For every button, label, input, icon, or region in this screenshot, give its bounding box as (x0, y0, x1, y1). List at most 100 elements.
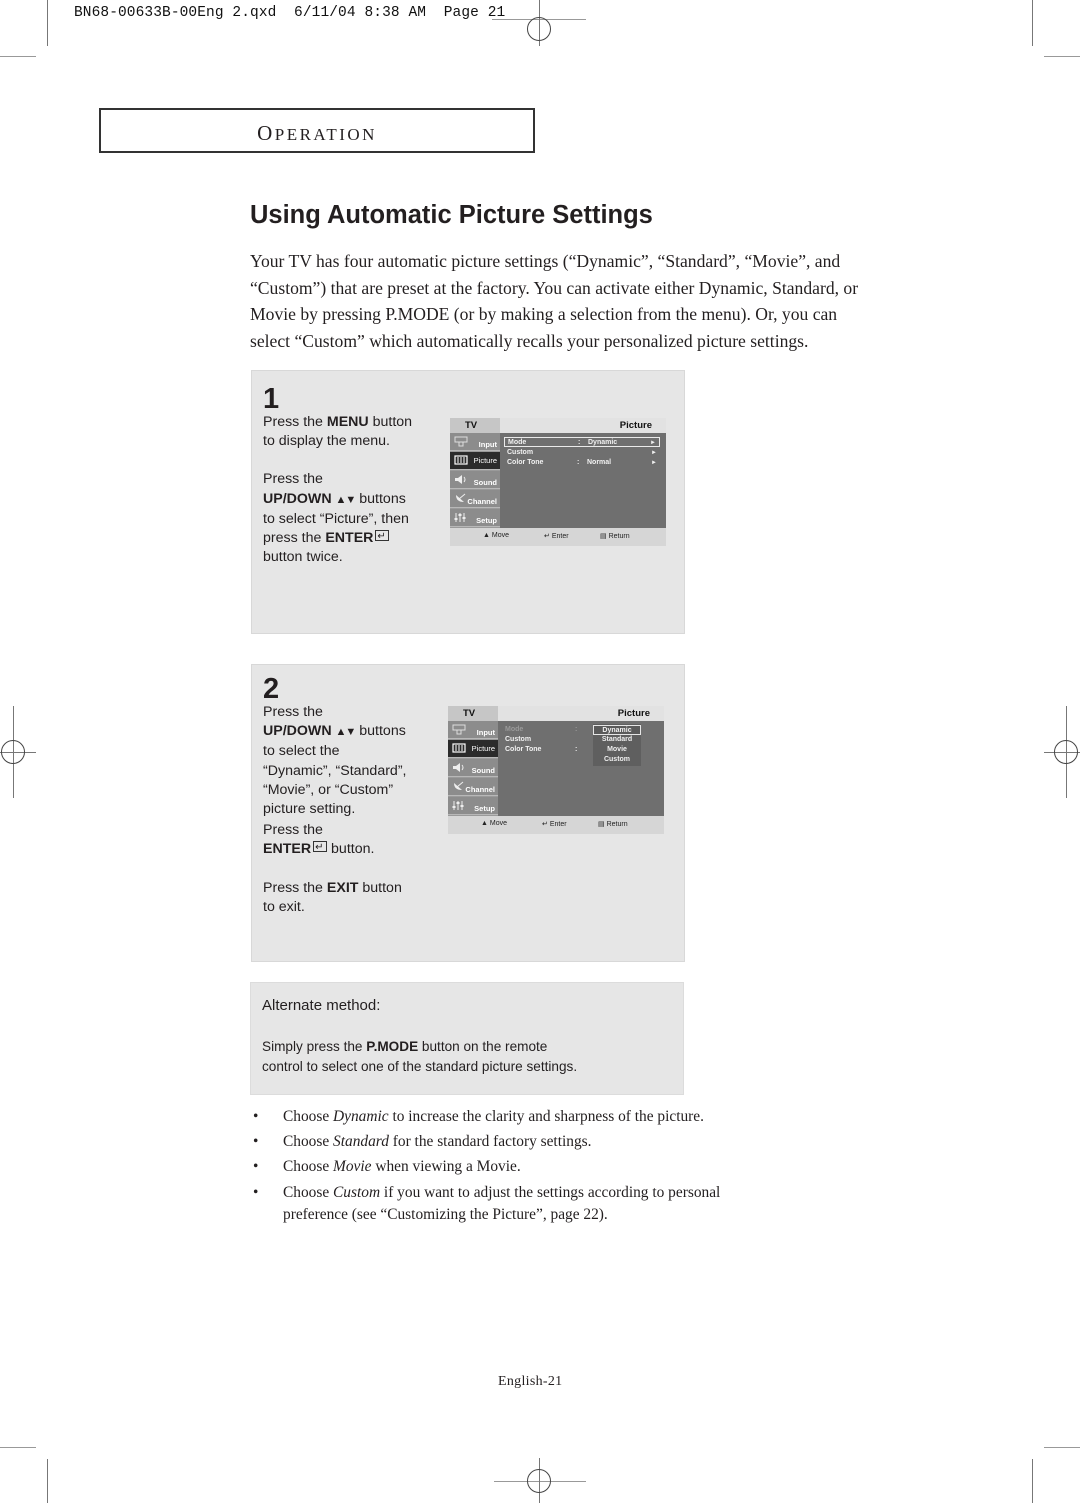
osd-tab-channel[interactable]: Channel (450, 490, 500, 508)
pmode-key-label: P.MODE (366, 1039, 419, 1054)
arrow-right-icon: ► (650, 440, 656, 446)
slug-page: Page 21 (443, 5, 506, 21)
return-icon: ▤ (600, 533, 607, 540)
return-icon: ▤ (598, 821, 605, 828)
satellite-dish-icon (456, 493, 466, 502)
picture-icon (452, 743, 466, 753)
menu-key-label: MENU (326, 414, 369, 430)
updown-key-label: UP/DOWN (263, 723, 332, 740)
osd-settings-panel: Mode: Custom Color Tone: Dynamic Standar… (498, 721, 664, 816)
exit-key-label: EXIT (326, 879, 359, 896)
slug-time: 8:38 AM (364, 5, 427, 21)
osd-tab-input[interactable]: Input (450, 433, 500, 451)
osd-tab-setup[interactable]: Setup (448, 797, 498, 815)
osd-row-color-tone[interactable]: Color Tone: Normal ► (504, 458, 660, 468)
crop-mark (1032, 0, 1033, 46)
enter-key-label: ENTER (263, 841, 312, 858)
input-icon (452, 724, 466, 735)
step-number: 1 (263, 383, 280, 415)
up-down-icon: ▲ (481, 820, 488, 827)
step-number: 2 (263, 673, 280, 705)
crop-mark (0, 1447, 36, 1448)
osd-footer-move: ▲ Move (483, 532, 510, 539)
crop-mark (1044, 56, 1080, 57)
slug-filename: BN68-00633B-00Eng 2.qxd (74, 5, 277, 21)
enter-icon: ↵ (542, 821, 548, 828)
osd-menu-picture: TV Picture Input Picture Sound Channel S… (450, 418, 666, 546)
osd-tab-picture[interactable]: Picture (448, 740, 498, 758)
updown-key-label: UP/DOWN (263, 490, 332, 507)
arrow-right-icon: ► (651, 460, 657, 466)
satellite-dish-icon (454, 781, 464, 790)
page-number: English-21 (498, 1374, 563, 1389)
osd-tab-setup[interactable]: Setup (450, 509, 500, 527)
osd-tab-sound[interactable]: Sound (448, 759, 498, 777)
dropdown-option-custom[interactable]: Custom (593, 755, 641, 765)
enter-icon (375, 527, 390, 546)
osd-tab-picture[interactable]: Picture (450, 452, 500, 470)
list-item: • Choose Dynamic to increase the clarity … (253, 1108, 704, 1125)
up-down-icon: ▲ (483, 532, 490, 539)
input-icon (454, 436, 468, 447)
osd-sidebar: Input Picture Sound Channel Setup (450, 433, 500, 528)
intro-line: “Custom”) that are preset at the factory… (250, 277, 859, 298)
section-header-box: OPERATION (99, 108, 535, 153)
sliders-icon (452, 801, 464, 810)
enter-icon: ↵ (544, 533, 550, 540)
slug-date: 6/11/04 (294, 5, 356, 21)
step-instructions: Press the MENU button to display the men… (263, 413, 453, 567)
arrow-right-icon: ► (651, 450, 657, 456)
enter-icon (313, 838, 328, 858)
intro-line: select “Custom” which automatically reca… (250, 330, 809, 351)
page-title: Using Automatic Picture Settings (250, 201, 653, 229)
sliders-icon (454, 513, 466, 522)
dropdown-option-dynamic[interactable]: Dynamic (593, 725, 641, 735)
step-1-panel: 1 Press the MENU button to display the m… (251, 370, 685, 634)
crop-mark (47, 1459, 48, 1503)
intro-line: Movie by pressing P.MODE (or by making a… (250, 304, 838, 324)
osd-settings-panel: Mode: Dynamic ► Custom ► Color Tone: Normal ► (500, 433, 666, 528)
speaker-icon (455, 475, 466, 484)
osd-tab-channel[interactable]: Channel (448, 778, 498, 796)
osd-footer-enter: ↵ Enter (544, 533, 569, 540)
picture-mode-dropdown[interactable]: Dynamic Standard Movie Custom (593, 724, 641, 766)
section-label: OPERATION (257, 121, 377, 145)
list-item: • Choose Standard for the standard factor… (253, 1133, 592, 1151)
crop-mark (0, 56, 36, 57)
step-instructions: Press the UP/DOWN ▲▼ buttons to select t… (263, 703, 453, 917)
osd-tv-label: TV (448, 706, 498, 721)
osd-footer: ▲ Move ↵ Enter ▤ Return (450, 528, 666, 546)
crop-mark (1044, 1447, 1080, 1448)
osd-footer-return: ▤ Return (600, 533, 630, 540)
up-down-arrows-icon: ▲▼ (335, 493, 357, 506)
osd-tv-label: TV (450, 418, 500, 433)
up-down-arrows-icon: ▲▼ (335, 726, 357, 739)
list-item: • Choose Movie when viewing a Movie. (253, 1158, 521, 1176)
crop-mark (1032, 1459, 1033, 1503)
osd-footer-enter: ↵ Enter (542, 821, 567, 828)
alternate-method-text: Simply press the P.MODE button on the re… (262, 1039, 578, 1074)
dropdown-option-movie[interactable]: Movie (593, 745, 641, 755)
intro-line: Your TV has four automatic picture setti… (250, 251, 841, 271)
osd-row-mode[interactable]: Mode: Dynamic ► (504, 437, 660, 447)
osd-row-custom[interactable]: Custom ► (504, 448, 660, 458)
dropdown-option-standard[interactable]: Standard (593, 735, 641, 745)
osd-footer: ▲ Move ↵ Enter ▤ Return (448, 816, 664, 834)
osd-header-title: Picture (498, 706, 664, 721)
alternate-method-title: Alternate method: (262, 997, 381, 1014)
osd-sidebar: Input Picture Sound Channel Setup (448, 721, 498, 816)
print-slug: BN68-00633B-00Eng 2.qxd 6/11/04 8:38 AM … (74, 5, 505, 21)
crop-mark (47, 0, 48, 46)
list-item: • Choose Custom if you want to adjust the… (253, 1183, 721, 1223)
osd-tab-input[interactable]: Input (448, 721, 498, 739)
intro-paragraph: Your TV has four automatic picture setti… (250, 248, 940, 354)
osd-header-title: Picture (500, 418, 666, 433)
speaker-icon (453, 763, 464, 772)
enter-key-label: ENTER (325, 530, 374, 547)
mode-description-list: • Choose Dynamic to increase the clarity … (250, 1104, 810, 1225)
step-2-panel: 2 Press the UP/DOWN ▲▼ buttons to select… (251, 664, 685, 962)
osd-tab-sound[interactable]: Sound (450, 471, 500, 489)
alternate-method-box: Alternate method: Simply press the P.MOD… (250, 982, 684, 1095)
osd-footer-move: ▲ Move (481, 820, 508, 827)
osd-footer-return: ▤ Return (598, 821, 628, 828)
